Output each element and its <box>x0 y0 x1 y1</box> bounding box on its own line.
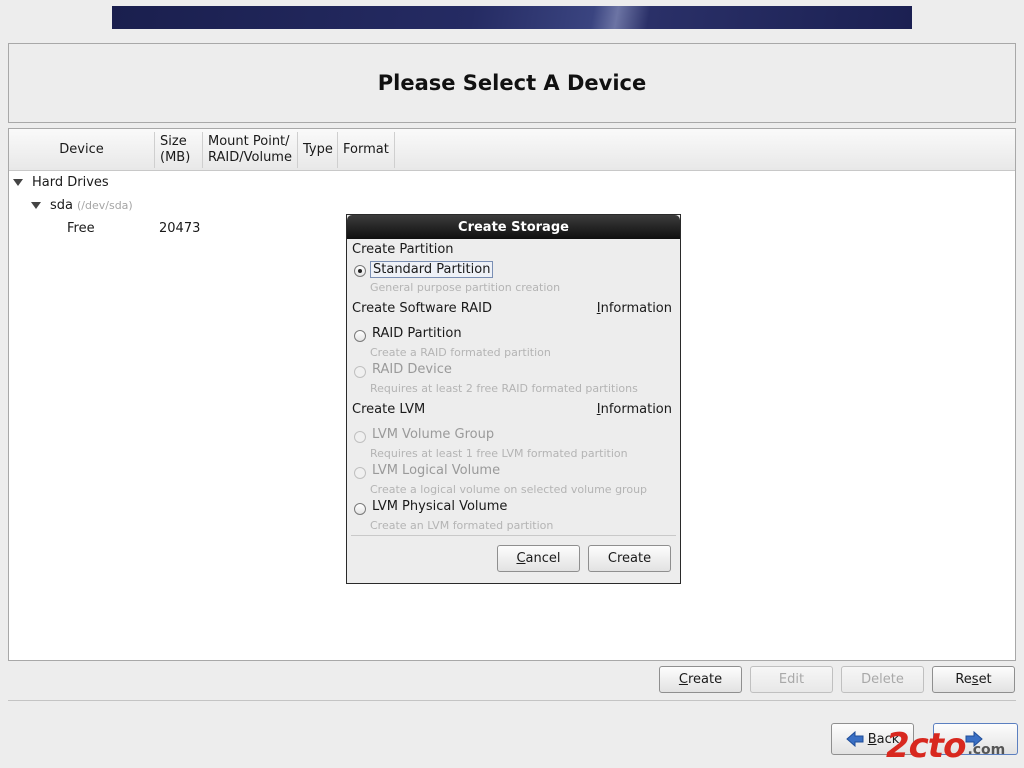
column-format[interactable]: Format <box>338 132 395 168</box>
cancel-rest: ancel <box>525 551 561 566</box>
expander-down-icon[interactable] <box>30 199 42 211</box>
column-format-label: Format <box>343 142 389 157</box>
tree-label-sda-path: (/dev/sda) <box>77 198 133 212</box>
dialog-title: Create Storage <box>458 219 569 235</box>
radio-lvm-logical-volume <box>354 467 366 479</box>
tree-cell-free-size: 20473 <box>159 217 200 239</box>
column-size[interactable]: Size (MB) <box>155 132 203 168</box>
section-create-software-raid: Create Software RAID <box>352 301 493 316</box>
desc-standard-partition: General purpose partition creation <box>370 281 561 294</box>
desc-lvm-volume-group: Requires at least 1 free LVM formated pa… <box>370 447 628 460</box>
dialog-separator <box>351 535 676 536</box>
create-button[interactable]: Create <box>659 666 742 693</box>
tree-label-free: Free <box>67 220 95 236</box>
reset-mnemonic: s <box>971 672 979 687</box>
tree-row-free[interactable]: Free <box>67 217 95 239</box>
column-device-label: Device <box>59 142 104 157</box>
column-mount-label-line1: Mount Point/ <box>208 134 290 149</box>
desc-raid-partition: Create a RAID formated partition <box>370 346 551 359</box>
tree-row-hard-drives[interactable]: Hard Drives <box>12 171 109 193</box>
label-lvm-logical-volume: LVM Logical Volume <box>372 463 501 478</box>
dialog-title-bar[interactable]: Create Storage <box>347 215 680 239</box>
column-size-label-line1: Size <box>160 134 187 149</box>
column-header-row: Device Size (MB) Mount Point/ RAID/Volum… <box>9 129 1015 171</box>
column-mount-point[interactable]: Mount Point/ RAID/Volume <box>203 132 298 168</box>
label-lvm-volume-group: LVM Volume Group <box>372 427 495 442</box>
radio-standard-partition[interactable] <box>354 265 366 277</box>
create-storage-dialog: Create Storage Create Partition Standard… <box>346 214 681 584</box>
reset-button[interactable]: Re s et <box>932 666 1015 693</box>
tree-row-sda[interactable]: sda (/dev/sda) <box>30 194 133 216</box>
radio-lvm-physical-volume[interactable] <box>354 503 366 515</box>
desc-lvm-physical-volume: Create an LVM formated partition <box>370 519 554 532</box>
lvm-information-link[interactable]: Information <box>597 402 672 417</box>
section-create-partition: Create Partition <box>352 242 454 257</box>
reset-first: Re <box>955 672 972 687</box>
cancel-mnemonic: C <box>516 551 526 566</box>
back-arrow-icon <box>845 731 864 747</box>
delete-button: Delete <box>841 666 924 693</box>
desc-lvm-logical-volume: Create a logical volume on selected volu… <box>370 483 648 496</box>
lvm-info-rest: nformation <box>600 402 672 417</box>
create-mnemonic: C <box>678 672 688 687</box>
label-lvm-physical-volume[interactable]: LVM Physical Volume <box>372 499 507 514</box>
reset-rest: et <box>978 672 992 687</box>
tree-label-sda: sda <box>50 197 73 213</box>
expander-down-icon[interactable] <box>12 176 24 188</box>
watermark-logo: 2cto .com <box>886 724 1024 768</box>
raid-information-link[interactable]: Information <box>597 301 672 316</box>
label-raid-partition[interactable]: RAID Partition <box>372 326 462 341</box>
watermark-logo-text: 2cto <box>886 726 966 766</box>
radio-raid-partition[interactable] <box>354 330 366 342</box>
raid-info-rest: nformation <box>600 301 672 316</box>
create-rest: reate <box>687 672 723 687</box>
radio-raid-device <box>354 366 366 378</box>
label-raid-device: RAID Device <box>372 362 452 377</box>
column-size-label-line2: (MB) <box>160 150 191 165</box>
label-standard-partition[interactable]: Standard Partition <box>370 261 494 278</box>
tree-label-hard-drives: Hard Drives <box>32 174 109 190</box>
column-device[interactable]: Device <box>9 132 155 168</box>
watermark-domain-text: .com <box>967 742 1006 758</box>
free-size-value: 20473 <box>159 220 201 236</box>
page-title: Please Select A Device <box>377 71 647 95</box>
radio-lvm-volume-group <box>354 431 366 443</box>
desc-raid-device: Requires at least 2 free RAID formated p… <box>370 382 638 395</box>
edit-button: Edit <box>750 666 833 693</box>
column-type-label: Type <box>303 142 333 157</box>
back-mnemonic: B <box>867 731 877 747</box>
dialog-cancel-button[interactable]: Cancel <box>497 545 580 572</box>
column-type[interactable]: Type <box>298 132 338 168</box>
top-banner <box>112 6 912 29</box>
column-mount-label-line2: RAID/Volume <box>208 150 292 165</box>
bottom-separator <box>8 700 1016 701</box>
dialog-create-button[interactable]: Create <box>588 545 671 572</box>
section-create-lvm: Create LVM <box>352 402 426 417</box>
page-title-panel: Please Select A Device <box>8 43 1016 123</box>
